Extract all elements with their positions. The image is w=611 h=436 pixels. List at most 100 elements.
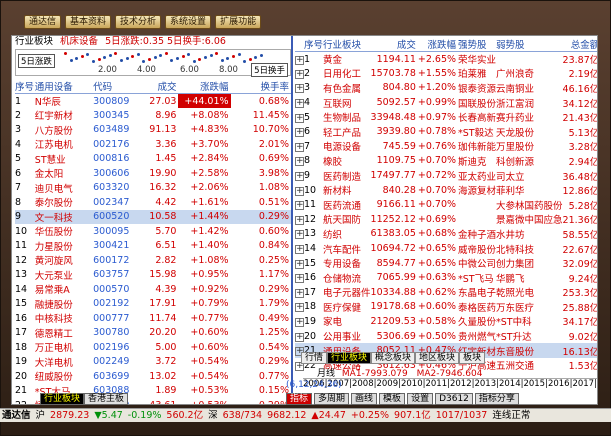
- chip-3[interactable]: 模板: [379, 393, 406, 405]
- col-header[interactable]: 序号: [304, 37, 324, 52]
- table-row[interactable]: 19 大洋电机 002249 3.72 +0.54% 0.29%: [15, 355, 291, 370]
- col-header[interactable]: 涨跌幅: [178, 79, 231, 94]
- table-row[interactable]: 6 金太阳 300606 19.90 +2.58% 3.98%: [15, 166, 291, 181]
- table-row[interactable]: +13 纺织 61383.05 +0.68% 金种子酒 水井坊 58.55亿: [295, 227, 597, 242]
- expand-icon[interactable]: +: [295, 314, 304, 329]
- table-row[interactable]: +3 有色金属 804.80 +1.20% 银泰资源 云南铜业 46.16亿: [295, 81, 597, 96]
- expand-icon[interactable]: +: [295, 154, 304, 169]
- table-row[interactable]: 12 黄河旋风 600172 2.82 +1.08% 0.25%: [15, 253, 291, 268]
- toolbar-button[interactable]: 系统设置: [165, 15, 212, 29]
- col-header[interactable]: 强势股: [458, 37, 497, 52]
- table-row[interactable]: 1 N华辰 300809 27.03 +44.01% 0.68%: [15, 93, 291, 108]
- col-header[interactable]: 序号: [15, 79, 35, 94]
- expand-icon[interactable]: +: [295, 81, 304, 96]
- bottom-tab-1[interactable]: 香港主板: [84, 393, 129, 405]
- table-row[interactable]: 5 ST慧业 000816 1.45 +2.84% 0.69%: [15, 152, 291, 167]
- table-row[interactable]: +10 新材料 840.28 +0.70% 海源复材 菲利华 12.86亿: [295, 183, 597, 198]
- chip-1[interactable]: 多周期: [314, 393, 350, 405]
- table-row[interactable]: +15 专用设备 8594.77 +0.65% 中微公司 创力集团 32.09亿: [295, 256, 597, 271]
- table-row[interactable]: +6 轻工产品 3939.80 +0.78% *ST毅达 天龙股份 5.13亿: [295, 124, 597, 139]
- tab-0[interactable]: 行情: [301, 352, 328, 364]
- chip-0[interactable]: 指标: [286, 393, 313, 405]
- table-row[interactable]: 3 八方股份 603489 91.13 +4.83% 10.70%: [15, 123, 291, 138]
- col-header[interactable]: 成交: [370, 37, 418, 52]
- table-row[interactable]: 15 融捷股份 002192 17.91 +0.79% 1.79%: [15, 297, 291, 312]
- table-row[interactable]: 20 纽威股份 603699 13.02 +0.54% 0.77%: [15, 369, 291, 384]
- col-header[interactable]: 代码: [93, 79, 139, 94]
- expand-icon[interactable]: +: [295, 329, 304, 344]
- col-header[interactable]: 总金额: [562, 37, 597, 52]
- table-row[interactable]: 2 红宇新材 300345 8.96 +8.08% 11.45%: [15, 108, 291, 123]
- mini-box-label[interactable]: 5日涨跌: [18, 54, 55, 68]
- stock-table: 序号 通用设备 代码 成交 涨跌幅 换手率 1 N华辰 300809 27.03 +44…: [15, 79, 291, 404]
- chip-6[interactable]: 指标分享: [474, 393, 519, 405]
- table-row[interactable]: 13 大元泵业 603757 15.98 +0.95% 1.17%: [15, 268, 291, 283]
- mini-dot: [142, 60, 146, 63]
- expand-icon[interactable]: +: [295, 300, 304, 315]
- expand-icon[interactable]: +: [295, 52, 304, 67]
- cell-chg: +2.65%: [417, 53, 457, 65]
- tab-4[interactable]: 板块: [459, 352, 486, 364]
- col-header[interactable]: 行业板块: [323, 37, 371, 52]
- col-header[interactable]: 换手率: [230, 79, 291, 94]
- table-row[interactable]: +5 生物制品 33948.48 +0.97% 长春高新 赛升药业 21.43亿: [295, 110, 597, 125]
- cell-code: 300606: [93, 167, 130, 179]
- toolbar-button[interactable]: 基本资料: [65, 15, 112, 29]
- expand-icon[interactable]: +: [295, 197, 304, 212]
- expand-icon[interactable]: +: [295, 95, 304, 110]
- table-row[interactable]: +7 电源设备 745.59 +0.76% 珈伟新能 万里股份 3.28亿: [295, 139, 597, 154]
- table-row[interactable]: +2 日用化工 15703.78 +1.55% 珀莱雅 广州浪奇 2.19亿: [295, 66, 597, 81]
- toolbar-button[interactable]: 通达信: [24, 15, 62, 29]
- table-row[interactable]: +4 互联网 5092.57 +0.99% 国联股份 浙江富润 34.12亿: [295, 95, 597, 110]
- toolbar-button[interactable]: 技术分析: [115, 15, 162, 29]
- table-row[interactable]: 17 德恩精工 300780 20.20 +0.60% 1.25%: [15, 326, 291, 341]
- col-header[interactable]: 弱势股: [496, 37, 563, 52]
- table-row[interactable]: 16 中核科技 000777 11.74 +0.77% 0.49%: [15, 311, 291, 326]
- table-row[interactable]: +17 电子元器件 10334.88 +0.62% 东晶电子 乾照光电 253.3亿: [295, 285, 597, 300]
- expand-icon[interactable]: +: [295, 227, 304, 242]
- table-row[interactable]: 9 文一科技 600520 10.58 +1.44% 0.29%: [15, 209, 291, 224]
- toolbar-button[interactable]: 扩展功能: [215, 15, 262, 29]
- cell-turn: 1.25%: [258, 327, 289, 339]
- col-header[interactable]: 成交: [138, 79, 179, 94]
- expand-icon[interactable]: +: [295, 241, 304, 256]
- table-row[interactable]: +8 橡胶 1109.75 +0.70% 斯迪克 科创新源 2.94亿: [295, 154, 597, 169]
- table-row[interactable]: 11 力星股份 300421 6.51 +1.40% 0.84%: [15, 239, 291, 254]
- table-row[interactable]: 4 江苏电机 002176 3.36 +3.70% 2.01%: [15, 137, 291, 152]
- expand-icon[interactable]: +: [295, 256, 304, 271]
- expand-icon[interactable]: +: [295, 270, 304, 285]
- table-row[interactable]: 18 万正电机 002196 5.00 +0.60% 0.54%: [15, 340, 291, 355]
- col-header[interactable]: 通用设备: [34, 79, 94, 94]
- mini-turnover-button[interactable]: 5日换手: [251, 63, 288, 77]
- expand-icon[interactable]: +: [295, 66, 304, 81]
- col-header[interactable]: 涨跌幅: [417, 37, 459, 52]
- chip-4[interactable]: 设置: [407, 393, 434, 405]
- bottom-tab-0[interactable]: 行业板块: [40, 393, 85, 405]
- table-row[interactable]: +16 仓储物流 7065.99 +0.63% *ST飞马 华鹏飞 9.24亿: [295, 270, 597, 285]
- expand-icon[interactable]: +: [295, 110, 304, 125]
- expand-icon[interactable]: +: [295, 139, 304, 154]
- tab-2[interactable]: 概念板块: [371, 352, 416, 364]
- expand-icon[interactable]: +: [295, 124, 304, 139]
- tab-1[interactable]: 行业板块: [327, 352, 372, 364]
- table-row[interactable]: +12 航天国防 11252.12 +0.69% 景嘉微中国应急 21.36亿: [295, 212, 597, 227]
- table-row[interactable]: +9 医药制造 17497.77 +0.72% 亚太药业 司太立 36.48亿: [295, 168, 597, 183]
- expand-icon[interactable]: +: [295, 212, 304, 227]
- table-row[interactable]: 8 泰尔股份 002347 4.42 +1.61% 0.51%: [15, 195, 291, 210]
- expand-icon[interactable]: +: [295, 168, 304, 183]
- table-row[interactable]: +20 公用事业 5306.69 +0.50% 贵州燃气 *ST升达 9.02亿: [295, 329, 597, 344]
- chip-5[interactable]: D3612: [435, 393, 473, 405]
- table-row[interactable]: 7 迪贝电气 603320 16.32 +2.06% 1.08%: [15, 181, 291, 196]
- expand-icon[interactable]: +: [295, 183, 304, 198]
- table-row[interactable]: +14 汽车配件 10694.72 +0.65% 威帝股份 北特科技 22.67亿: [295, 241, 597, 256]
- tick-label: 4.00: [137, 65, 156, 75]
- expand-icon[interactable]: +: [295, 285, 304, 300]
- table-row[interactable]: +11 医药流通 9166.11 +0.70% 大参林国药股份 5.28亿: [295, 197, 597, 212]
- tab-3[interactable]: 地区板块: [415, 352, 460, 364]
- chip-2[interactable]: 画线: [351, 393, 378, 405]
- table-row[interactable]: +19 家电 21209.53 +0.58% 久量股份 *ST中科 34.17亿: [295, 314, 597, 329]
- table-row[interactable]: 14 易常乘A 000570 4.39 +0.92% 0.29%: [15, 282, 291, 297]
- table-row[interactable]: +18 医疗保健 19178.68 +0.60% 泰格医药 万东医疗 25.88亿: [295, 300, 597, 315]
- table-row[interactable]: 10 华伍股份 300095 5.70 +1.42% 0.60%: [15, 224, 291, 239]
- table-row[interactable]: +1 黄金 1194.11 +2.65% 荣华实业 23.87亿: [295, 52, 597, 67]
